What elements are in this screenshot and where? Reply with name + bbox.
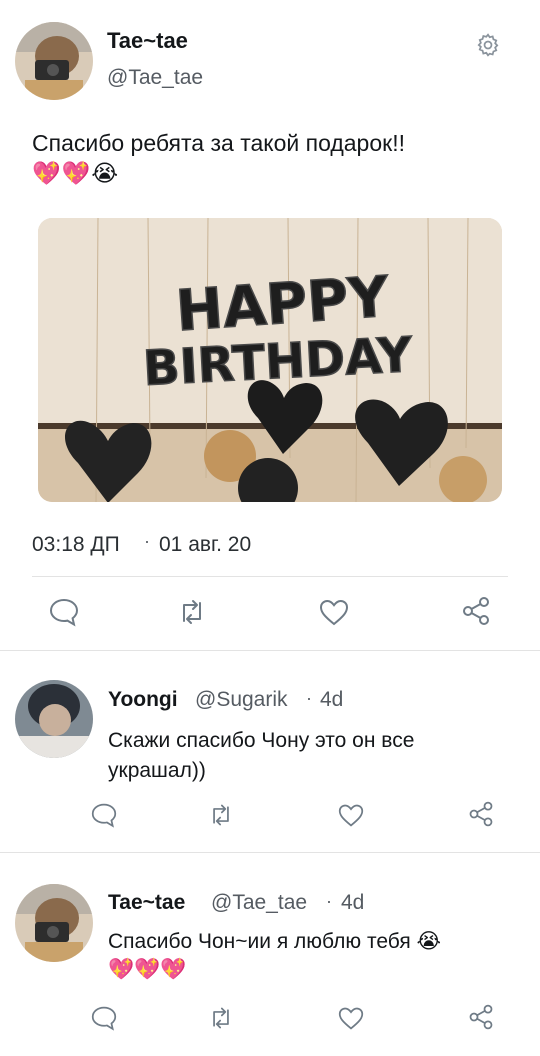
settings-gear-icon[interactable] (475, 32, 501, 58)
reply-icon[interactable] (90, 1005, 118, 1031)
reply-dot: · (306, 688, 312, 708)
reply-avatar[interactable] (15, 680, 93, 758)
timestamp-dot: · (144, 531, 150, 551)
section-divider (0, 852, 540, 853)
share-icon[interactable] (467, 800, 495, 828)
post-emojis: 💖💖😭 (32, 160, 120, 186)
post-author-avatar[interactable] (15, 22, 93, 100)
post-photo[interactable]: HAPPY BIRTHDAY (38, 218, 502, 502)
reply-dot: · (326, 891, 332, 911)
reply-author-handle[interactable]: @Sugarik (195, 688, 288, 712)
like-icon[interactable] (318, 597, 350, 627)
reply-emojis: 💖💖💖 (108, 958, 187, 981)
reply-text: Спасибо Чон~ии я люблю тебя 😭 (108, 930, 442, 953)
section-divider (0, 650, 540, 651)
reply-time: 4d (320, 688, 344, 711)
reply-icon[interactable] (48, 597, 80, 627)
share-icon[interactable] (460, 595, 492, 627)
retweet-icon[interactable] (207, 1005, 235, 1031)
reply-icon[interactable] (90, 802, 118, 828)
reply-avatar[interactable] (15, 884, 93, 962)
reply-text: Скажи спасибо Чону это он все украшал)) (108, 729, 415, 782)
post-time: 03:18 ДП (32, 533, 120, 556)
reply-time: 4d (341, 891, 365, 914)
reply-author-name[interactable]: Yoongi (108, 688, 178, 712)
retweet-icon[interactable] (176, 597, 208, 627)
reply-author-name[interactable]: Tae~tae (108, 891, 185, 915)
share-icon[interactable] (467, 1003, 495, 1031)
like-icon[interactable] (337, 1005, 365, 1031)
reply-author-handle[interactable]: @Tae_tae (211, 891, 307, 915)
like-icon[interactable] (337, 802, 365, 828)
post-text: Спасибо ребята за такой подарок!! (32, 130, 405, 156)
post-date: 01 авг. 20 (159, 533, 252, 556)
post-author-handle[interactable]: @Tae_tae (107, 66, 203, 90)
post-author-name[interactable]: Tae~tae (107, 28, 188, 54)
post-divider (32, 576, 508, 577)
retweet-icon[interactable] (207, 802, 235, 828)
